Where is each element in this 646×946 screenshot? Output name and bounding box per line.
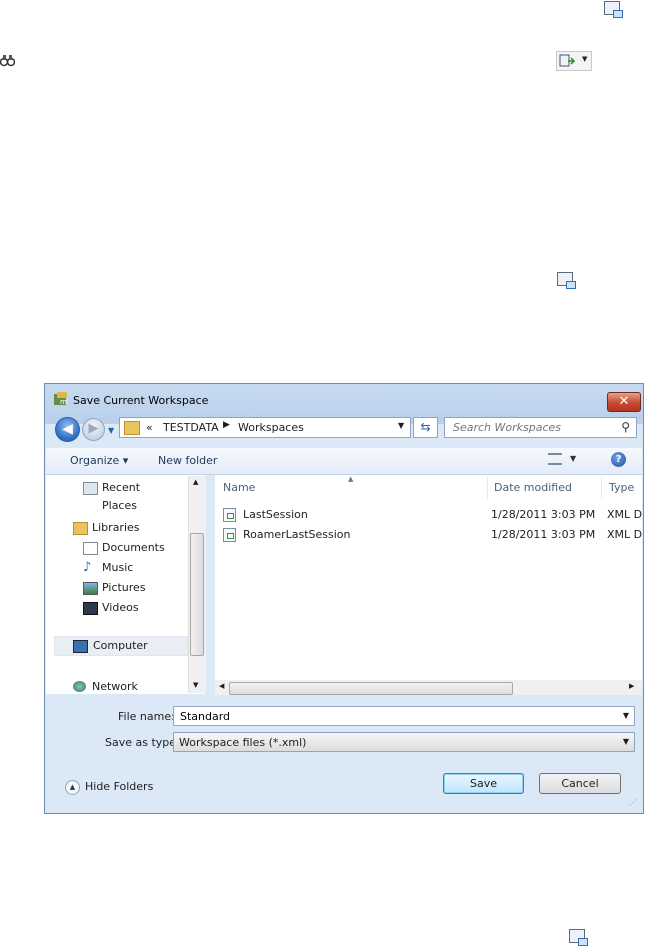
chevron-up-icon: ▲ — [65, 780, 80, 795]
binoculars-icon[interactable] — [0, 53, 16, 67]
breadcrumb-testdata[interactable]: TESTDATA — [163, 421, 219, 434]
window-copy-icon[interactable] — [604, 1, 623, 18]
breadcrumb-workspaces[interactable]: Workspaces — [238, 421, 304, 434]
search-input[interactable] — [451, 420, 615, 435]
libraries-icon — [73, 522, 88, 535]
breadcrumb-overflow[interactable]: « — [146, 421, 153, 434]
column-divider[interactable] — [487, 477, 488, 499]
music-icon: ♪ — [83, 560, 92, 575]
save-as-type-label: Save as type: — [105, 736, 180, 749]
navigation-scroll-thumb[interactable] — [190, 533, 204, 656]
folder-icon — [124, 421, 140, 435]
search-box[interactable]: ⚲ — [444, 417, 637, 438]
back-button[interactable]: ◀ — [55, 417, 80, 442]
view-options-icon[interactable] — [548, 453, 562, 465]
videos-icon — [83, 602, 98, 615]
file-name-combo[interactable]: ▼ — [173, 706, 635, 726]
scroll-down-icon[interactable]: ▼ — [193, 681, 198, 689]
cancel-button[interactable]: Cancel — [539, 773, 621, 794]
chevron-down-icon: ▼ — [582, 55, 588, 63]
organize-menu[interactable]: Organize ▾ — [70, 454, 128, 467]
file-list-scroll-thumb[interactable] — [229, 682, 513, 695]
scroll-left-icon[interactable]: ◀ — [219, 682, 224, 690]
navigation-pane: Recent Places Libraries Documents ♪ Musi… — [46, 475, 205, 694]
file-name-input[interactable] — [178, 709, 602, 724]
command-bar: Organize ▾ New folder ▼ ? — [46, 448, 642, 475]
xml-file-icon — [223, 528, 236, 542]
column-name[interactable]: Name — [223, 481, 255, 494]
hide-folders-toggle[interactable]: ▲ Hide Folders — [65, 780, 165, 795]
file-row[interactable]: RoamerLastSession 1/28/2011 3:03 PM XML … — [223, 526, 643, 544]
refresh-button[interactable]: ⇆ — [413, 417, 438, 438]
window-copy-icon[interactable] — [557, 272, 576, 289]
scroll-right-icon[interactable]: ▶ — [629, 682, 634, 690]
save-as-type-select[interactable]: Workspace files (*.xml) ▼ — [173, 732, 635, 752]
forward-button[interactable]: ▶ — [82, 418, 105, 441]
close-button[interactable]: ✕ — [607, 392, 641, 412]
column-type[interactable]: Type — [609, 481, 634, 494]
workspace-dropdown-button[interactable]: ▼ — [556, 51, 592, 71]
file-row[interactable]: LastSession 1/28/2011 3:03 PM XML D — [223, 506, 643, 524]
chevron-down-icon[interactable]: ▼ — [623, 737, 629, 746]
recent-places-icon — [83, 482, 98, 495]
save-as-type-value: Workspace files (*.xml) — [179, 736, 307, 749]
svg-text:ms: ms — [60, 398, 68, 406]
new-folder-button[interactable]: New folder — [158, 454, 217, 467]
view-dropdown-icon[interactable]: ▼ — [570, 454, 576, 463]
computer-icon — [73, 640, 88, 653]
scroll-up-icon[interactable]: ▲ — [193, 478, 198, 486]
title-bar[interactable]: ms Save Current Workspace ✕ — [45, 384, 643, 416]
pictures-icon — [83, 582, 98, 595]
nav-computer[interactable]: Computer — [54, 636, 188, 656]
help-button[interactable]: ? — [611, 452, 626, 467]
search-icon[interactable]: ⚲ — [621, 420, 630, 434]
chevron-down-icon[interactable]: ▼ — [623, 711, 629, 720]
app-icon: ms — [54, 392, 71, 406]
breadcrumb-separator-icon[interactable]: ▶ — [223, 420, 230, 430]
network-icon — [73, 681, 86, 692]
save-workspace-dialog: ms Save Current Workspace ✕ ◀ ▶ ▼ « TEST… — [44, 383, 644, 814]
xml-file-icon — [223, 508, 236, 522]
window-copy-icon[interactable] — [569, 929, 588, 946]
sort-indicator-icon: ▲ — [348, 475, 354, 483]
file-name-label: File name: — [118, 710, 175, 723]
address-bar[interactable]: « TESTDATA ▶ Workspaces ▼ — [119, 417, 411, 438]
resize-grip-icon[interactable]: ⋰ — [629, 798, 637, 807]
documents-icon — [83, 542, 98, 555]
column-date-modified[interactable]: Date modified — [494, 481, 572, 494]
recent-pages-dropdown-icon[interactable]: ▼ — [108, 426, 114, 435]
dialog-title: Save Current Workspace — [73, 394, 209, 407]
save-button[interactable]: Save — [443, 773, 524, 794]
address-dropdown-icon[interactable]: ▼ — [398, 421, 404, 430]
file-list: ▲ Name Date modified Type LastSession 1/… — [215, 475, 642, 694]
column-divider[interactable] — [601, 477, 602, 499]
